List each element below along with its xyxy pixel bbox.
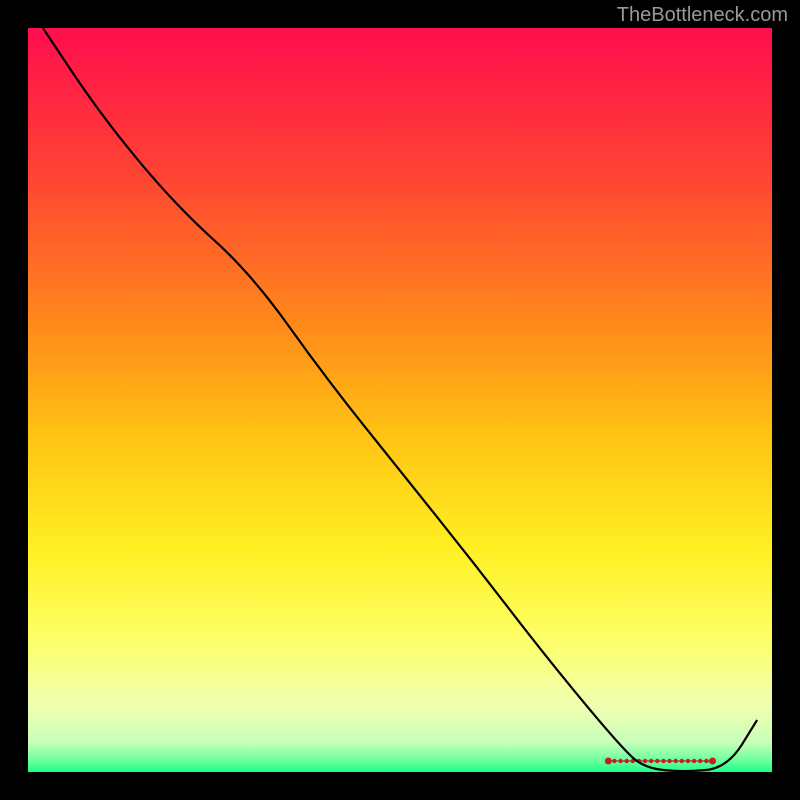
chart-background xyxy=(28,28,772,772)
chart-plot xyxy=(28,28,772,772)
watermark: TheBottleneck.com xyxy=(617,4,788,27)
